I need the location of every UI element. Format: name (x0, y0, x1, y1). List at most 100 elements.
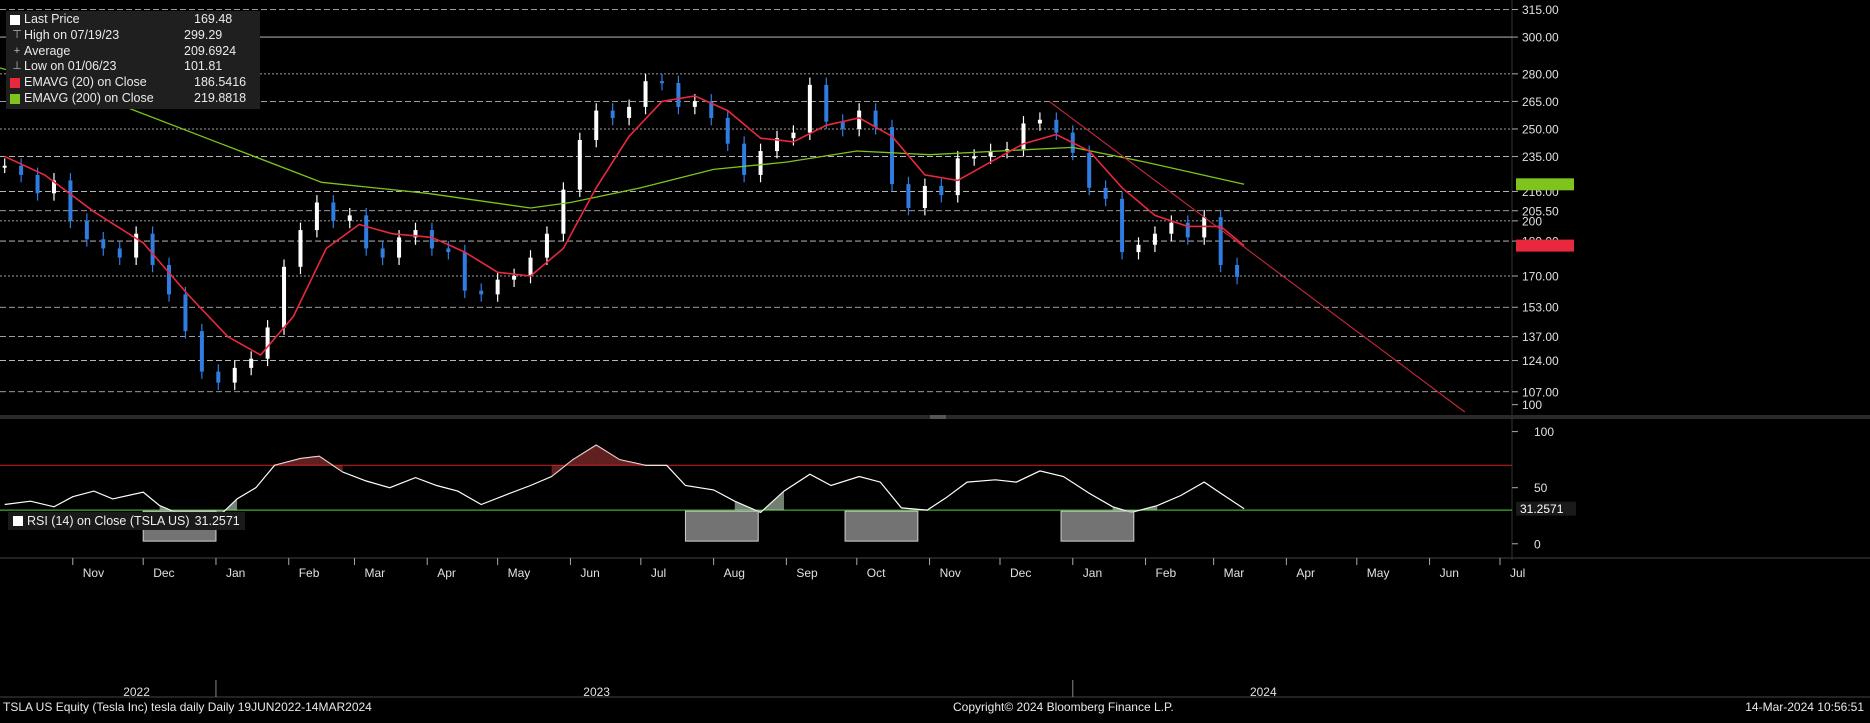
footer-copyright: Copyright© 2024 Bloomberg Finance L.P. (953, 700, 1174, 714)
price-bar (117, 248, 122, 258)
price-bar (873, 110, 878, 128)
x-axis-year-label: 2023 (583, 685, 610, 699)
price-bar (495, 279, 500, 295)
price-bar (544, 233, 549, 258)
average-marker-icon: + (13, 44, 21, 57)
rsi-overbought-fill (319, 456, 343, 472)
price-chart-svg: 315.00300.00280.00265.00250.00235.00216.… (0, 0, 1870, 699)
rsi-axis-label: 0 (1534, 537, 1541, 551)
price-bar (1120, 198, 1125, 253)
price-bar (1185, 222, 1190, 238)
price-bar (462, 252, 467, 291)
price-bar (1169, 222, 1174, 234)
x-axis-month-label: May (508, 566, 531, 580)
price-bar (594, 110, 599, 140)
price-bar (167, 264, 172, 295)
legend-value: 101.81 (184, 59, 223, 74)
legend-item-last-price[interactable]: Last Price 169.48 (10, 12, 256, 28)
rsi-oversold-highlight (844, 510, 919, 542)
legend-item-low[interactable]: ⊥ Low on 01/06/23 101.81 (10, 59, 256, 75)
price-axis-label: 280.00 (1522, 67, 1559, 81)
price-axis-label: 153.00 (1522, 301, 1559, 315)
legend-label: Low on 01/06/23 (24, 59, 117, 74)
price-bar (331, 202, 336, 221)
legend-swatch (10, 14, 20, 25)
price-axis-label: 300.00 (1522, 31, 1559, 45)
price-axis-label: 100 (1522, 398, 1542, 412)
rsi-legend-value: 31.2571 (194, 514, 240, 528)
rsi-legend-label: RSI (14) on Close (TSLA US) (27, 514, 190, 528)
x-axis-year-label: 2024 (1250, 685, 1277, 699)
price-bars (2, 73, 1240, 390)
price-bar (1218, 217, 1223, 265)
price-bar (265, 327, 270, 359)
price-bar (577, 140, 582, 190)
price-bar (479, 290, 484, 295)
price-bar (298, 230, 303, 267)
price-bar (282, 266, 287, 328)
price-bar (725, 117, 730, 144)
price-bar (1202, 217, 1207, 238)
ema20-axis-marker (1516, 239, 1574, 252)
price-bar (2, 165, 7, 168)
panel-divider-handle (930, 415, 946, 419)
legend-value: 169.48 (194, 12, 233, 26)
legend-label: EMAVG (200) on Close (24, 90, 154, 105)
legend-label: Average (24, 43, 71, 58)
price-bar (347, 215, 352, 221)
legend-item-average[interactable]: + Average 209.6924 (10, 44, 256, 60)
price-axis-label: 124.00 (1522, 354, 1559, 368)
price-bar (807, 84, 812, 133)
price-bar (791, 132, 796, 139)
price-bar (561, 189, 566, 234)
price-bar (857, 110, 862, 129)
x-axis-month-label: Feb (1156, 566, 1177, 580)
footer-security-info: TSLA US Equity (Tesla Inc) tesla daily D… (3, 700, 372, 714)
x-axis-month-label: Jan (1083, 566, 1102, 580)
legend-label: Last Price (24, 12, 80, 26)
rsi-oversold-highlight (1060, 510, 1135, 542)
chart-container: 315.00 300.00 280.00 265.00 250.00 235.00 216.… (0, 0, 1870, 718)
price-bar (364, 215, 369, 249)
legend-value: 209.6924 (184, 43, 237, 58)
price-bar (643, 81, 648, 107)
rsi-overbought-fill (572, 445, 597, 466)
x-axis-month-label: Jul (1510, 566, 1525, 580)
price-bar (906, 184, 911, 208)
legend-item-ema200[interactable]: EMAVG (200) on Close 219.8818 (10, 91, 256, 107)
price-bar (1054, 119, 1059, 133)
x-axis-month-label: Mar (1224, 566, 1245, 580)
price-bar (216, 371, 221, 383)
price-axis-label: 315.00 (1522, 3, 1559, 17)
rsi-axis-label: 50 (1534, 481, 1548, 495)
price-bar (150, 233, 155, 265)
price-bar (758, 151, 763, 175)
low-marker-icon: ⊥ (12, 60, 22, 73)
price-bar (939, 185, 944, 196)
price-bar (199, 331, 204, 372)
price-bar (314, 202, 319, 231)
rsi-line (4, 444, 1245, 520)
price-axis-label: 250.00 (1522, 122, 1559, 136)
price-bar (1136, 244, 1141, 253)
price-bar (429, 230, 434, 249)
legend-swatch (10, 78, 20, 89)
x-axis-month-label: Dec (153, 566, 174, 580)
x-axis-month-label: Jan (226, 566, 245, 580)
legend-item-high[interactable]: ⊤ High on 07/19/23 299.29 (10, 28, 256, 44)
x-axis-month-label: Apr (437, 566, 456, 580)
rsi-legend[interactable]: RSI (14) on Close (TSLA US) 31.2571 (8, 512, 245, 530)
legend-label: High on 07/19/23 (24, 27, 120, 42)
price-legend: Last Price 169.48 ⊤ High on 07/19/23 299… (6, 11, 260, 109)
price-bar (35, 174, 40, 194)
price-bar (68, 180, 73, 221)
x-axis-month-label: Feb (299, 566, 320, 580)
x-axis-month-label: Apr (1296, 566, 1315, 580)
rsi-overbought-fill (551, 459, 573, 477)
legend-swatch (13, 516, 23, 526)
legend-value: 299.29 (184, 27, 223, 42)
price-bar (1152, 233, 1157, 245)
legend-item-ema20[interactable]: EMAVG (20) on Close 186.5416 (10, 75, 256, 91)
price-bar (512, 276, 517, 280)
price-bar (627, 106, 632, 118)
